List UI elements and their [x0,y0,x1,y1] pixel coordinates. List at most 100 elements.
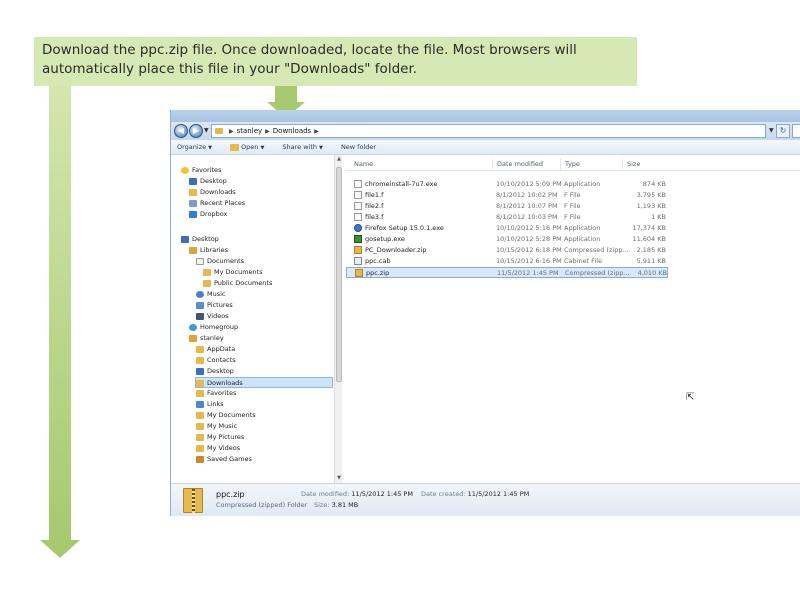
mouse-pointer-icon: ⇱ [686,392,695,403]
history-dropdown-icon[interactable]: ▼ [204,127,209,134]
file-row[interactable]: chromeinstall-7u7.exe 10/10/2012 5:09 PM… [346,179,668,190]
nav-label: Favorites [192,166,222,174]
file-row[interactable]: gosetup.exe 10/10/2012 5:28 PM Applicati… [346,234,668,245]
file-row[interactable]: file2.f 8/1/2012 10:07 PM F File 1,193 K… [346,201,668,212]
nav-dropbox[interactable]: Dropbox [189,209,227,220]
nav-user-my-music[interactable]: My Music [196,421,237,432]
nav-public-documents[interactable]: Public Documents [203,278,272,289]
links-icon [196,400,204,408]
nav-contacts[interactable]: Contacts [196,355,236,366]
nav-label: My Documents [214,268,263,276]
nav-appdata[interactable]: AppData [196,344,235,355]
organize-button[interactable]: Organize ▼ [177,143,212,151]
chevron-right-icon: ▶ [265,128,270,135]
address-bar[interactable]: ▶ stanley ▶ Downloads ▶ [211,124,766,138]
zip-folder-icon [183,488,203,513]
column-header-date-modified[interactable]: Date modified [492,159,560,169]
nav-user-my-documents[interactable]: My Documents [196,410,256,421]
file-row[interactable]: ppc.cab 10/15/2012 6:16 PM Cabinet File … [346,256,668,267]
chevron-right-icon[interactable]: ▶ [314,128,319,135]
nav-user-downloads[interactable]: Downloads [195,377,333,388]
nav-videos[interactable]: Videos [196,311,229,322]
nav-recent-places[interactable]: Recent Places [189,198,245,209]
chevron-right-icon: ▶ [229,128,234,135]
nav-desktop[interactable]: Desktop [181,234,219,245]
nav-stanley[interactable]: stanley [189,333,224,344]
recent-places-icon [189,199,197,207]
file-name: PC_Downloader.zip [365,246,427,254]
breadcrumb-downloads[interactable]: Downloads [273,127,311,135]
file-row[interactable]: PC_Downloader.zip 10/15/2012 6:18 PM Com… [346,245,668,256]
file-date: 10/10/2012 5:09 PM [496,180,562,188]
nav-label: Links [207,400,224,408]
nav-music[interactable]: Music [196,289,226,300]
nav-user-favorites[interactable]: Favorites [196,388,236,399]
back-button[interactable]: ◀ [174,124,188,138]
nav-my-documents[interactable]: My Documents [203,267,263,278]
column-header-size[interactable]: Size [622,159,672,169]
new-folder-button[interactable]: New folder [341,143,376,151]
window-titlebar[interactable] [171,110,800,122]
videos-icon [196,312,204,320]
column-headers: Name Date modified Type Size [346,155,800,171]
nav-label: Desktop [207,367,234,375]
nav-favorites-desktop[interactable]: Desktop [189,176,227,187]
file-type: F File [564,213,581,221]
nav-label: Saved Games [207,455,252,463]
zip-folder-icon [355,269,363,277]
details-pane: ppc.zip Compressed (zipped) Folder Date … [171,483,800,516]
details-value: 11/5/2012 1:45 PM [351,490,413,498]
nav-documents[interactable]: Documents [196,256,244,267]
file-row[interactable]: Firefox Setup 15.0.1.exe 10/10/2012 5:16… [346,223,668,234]
file-name-cell: ppc.cab [354,256,391,267]
details-file-type: Compressed (zipped) Folder [216,501,308,509]
refresh-button[interactable]: ↻ [776,124,790,138]
dropbox-icon [189,210,197,218]
forward-button[interactable]: ▶ [189,124,203,138]
details-value: 11/5/2012 1:45 PM [467,490,530,498]
nav-favorites-downloads[interactable]: Downloads [189,187,236,198]
chevron-down-icon: ▼ [260,145,265,151]
chevron-down-icon: ▼ [319,145,323,151]
nav-user-desktop[interactable]: Desktop [196,366,234,377]
nav-homegroup[interactable]: Homegroup [189,322,238,333]
nav-favorites[interactable]: Favorites [181,165,221,176]
file-icon [354,213,362,221]
file-icon [354,191,362,199]
breadcrumb-stanley[interactable]: stanley [237,127,263,135]
share-with-button[interactable]: Share with ▼ [282,143,322,151]
file-row[interactable]: file1.f 8/1/2012 10:02 PM F File 3,795 K… [346,190,668,201]
scroll-up-icon[interactable]: ▲ [335,155,343,163]
file-size: 2,185 KB [636,246,666,254]
chevron-down-icon: ▼ [208,145,212,151]
documents-icon [196,257,204,265]
file-row-selected[interactable]: ppc.zip 11/5/2012 1:45 PM Compressed (zi… [346,267,668,278]
details-date-created: Date created: 11/5/2012 1:45 PM [421,490,529,498]
file-row[interactable]: file3.f 8/1/2012 10:03 PM F File 1 KB [346,212,668,223]
scrollbar-thumb[interactable] [336,167,342,382]
arrow-down-icon-left-shaft [49,86,71,540]
open-button[interactable]: Open ▼ [230,143,264,151]
cabinet-file-icon [354,257,362,265]
nav-label: My Documents [207,411,256,419]
address-dropdown-icon[interactable]: ▼ [769,127,774,134]
folder-icon [196,444,204,452]
organize-label: Organize [177,143,207,151]
file-name: file1.f [365,191,384,199]
file-list: Name Date modified Type Size chromeinsta… [346,155,800,483]
nav-user-my-videos[interactable]: My Videos [196,443,240,454]
nav-user-my-pictures[interactable]: My Pictures [196,432,244,443]
search-input[interactable] [792,124,800,138]
navigation-scrollbar[interactable]: ▲ ▼ [334,155,342,483]
file-name: ppc.zip [366,269,390,277]
scroll-down-icon[interactable]: ▼ [335,474,343,482]
nav-pictures[interactable]: Pictures [196,300,233,311]
nav-user-saved-games[interactable]: Saved Games [196,454,252,465]
column-header-type[interactable]: Type [560,159,622,169]
details-date-modified: Date modified: 11/5/2012 1:45 PM [301,490,413,498]
nav-label: Downloads [207,379,243,387]
column-header-name[interactable]: Name [350,159,496,169]
nav-user-links[interactable]: Links [196,399,224,410]
nav-libraries[interactable]: Libraries [189,245,228,256]
folder-icon [215,128,223,134]
